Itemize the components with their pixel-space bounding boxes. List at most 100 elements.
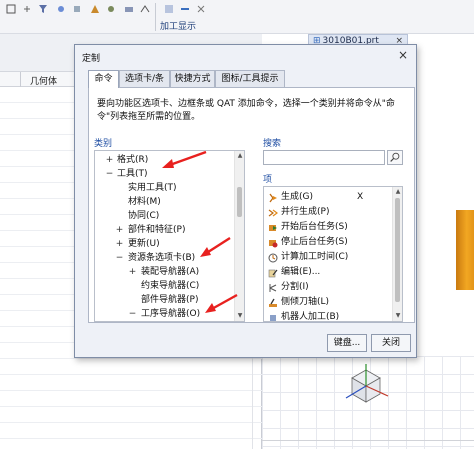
edit-icon	[268, 269, 278, 278]
column-separator[interactable]	[20, 72, 21, 87]
tree-item-part-navigator[interactable]: 部件导航器(P)	[95, 293, 233, 307]
tree-item-label: 工序导航器(O)	[141, 309, 201, 319]
tree-item-parts-features[interactable]: + 部件和特征(P)	[95, 223, 233, 237]
categories-tree[interactable]: + 格式(R) − 工具(T) 实用工具(T) 材料(M) 协同(C) + 部件和特征…	[94, 150, 245, 322]
command-item-parallel-generate[interactable]: 并行生成(P)	[264, 205, 392, 220]
tree-item-materials[interactable]: 材料(M)	[95, 195, 233, 209]
tree-item-collaborate[interactable]: 协同(C)	[95, 209, 233, 223]
close-button[interactable]: 关闭	[371, 334, 411, 352]
tree-item-label: 更新(U)	[128, 239, 160, 249]
tree-item-assembly-navigator[interactable]: + 装配导航器(A)	[95, 265, 233, 279]
grid-line	[0, 406, 262, 407]
tree-item-label: 实用工具(T)	[128, 183, 177, 193]
tree-item-utilities[interactable]: 实用工具(T)	[95, 181, 233, 195]
dialog-titlebar[interactable]: 定制 ×	[75, 45, 416, 67]
dialog-close-icon[interactable]: ×	[395, 47, 411, 63]
grid-line	[0, 358, 262, 359]
scroll-up-icon[interactable]: ▲	[236, 152, 244, 160]
toolbar-icon-6[interactable]	[90, 4, 100, 14]
command-label: 编辑(E)...	[281, 267, 321, 277]
tab-shortcuts[interactable]: 快捷方式	[170, 70, 215, 87]
scroll-thumb[interactable]	[395, 198, 400, 302]
grid-line	[0, 390, 262, 391]
toolbar-icon-1[interactable]	[6, 4, 16, 14]
tree-item-resource-bar-tabs[interactable]: − 资源条选项卡(B)	[95, 251, 233, 265]
categories-scrollbar[interactable]: ▲ ▼	[234, 151, 244, 321]
tree-item-label: 约束导航器(C)	[141, 281, 200, 291]
machining-time-icon	[268, 253, 278, 263]
items-label: 项	[263, 175, 273, 185]
categories-label: 类别	[94, 139, 113, 149]
start-background-task-icon	[269, 225, 277, 231]
command-item-start-background-task[interactable]: 开始后台任务(S)	[264, 220, 392, 235]
command-item-machining-time[interactable]: 计算加工时间(C)	[264, 250, 392, 265]
command-item-robot-machining[interactable]: 机器人加工(B)	[264, 310, 392, 321]
ribbon-group-separator	[155, 3, 156, 31]
display-icon-3[interactable]	[196, 4, 206, 14]
collapse-icon[interactable]: −	[128, 307, 137, 321]
tree-item-label: 部件和特征(P)	[128, 225, 186, 235]
tree-item-label: 格式(R)	[117, 155, 149, 165]
tree-item-tools[interactable]: − 工具(T)	[95, 167, 233, 181]
commands-tab-panel: 要向功能区选项卡、边框条或 QAT 添加命令，选择一个类别并将命令从"命令"列表…	[88, 87, 415, 323]
commands-list[interactable]: 生成(G) X 并行生成(P) 开始后台任务(S) 停止后台任务(S) 计算加工…	[263, 186, 403, 322]
command-item-edit[interactable]: 编辑(E)...	[264, 265, 392, 280]
robot-machining-icon	[270, 315, 276, 321]
scroll-down-icon[interactable]: ▼	[394, 312, 402, 320]
tab-tabs-bars[interactable]: 选项卡/条	[119, 70, 170, 87]
tree-item-label: 部件导航器(P)	[141, 295, 199, 305]
display-icon-1[interactable]	[164, 4, 174, 14]
tree-item-operation-navigator[interactable]: − 工序导航器(O)	[95, 307, 233, 321]
command-label: 计算加工时间(C)	[281, 252, 349, 262]
expand-icon[interactable]: +	[115, 237, 124, 251]
collapse-icon[interactable]: −	[105, 167, 114, 181]
toolbar-icon-5[interactable]	[72, 4, 82, 14]
customize-dialog: 定制 × 命令 选项卡/条 快捷方式 图标/工具提示 要向功能区选项卡、边框条或…	[74, 44, 417, 358]
commands-scrollbar[interactable]: ▲ ▼	[392, 187, 402, 321]
toolbar-icon-8[interactable]	[124, 4, 134, 14]
keyboard-button[interactable]: 键盘...	[327, 334, 367, 352]
display-icon-2[interactable]	[180, 4, 190, 14]
grid-line	[0, 438, 262, 439]
tree-item-format[interactable]: + 格式(R)	[95, 153, 233, 167]
command-label: 并行生成(P)	[281, 207, 330, 217]
command-label: 侧倾刀轴(L)	[281, 297, 330, 307]
tab-icons-tooltips[interactable]: 图标/工具提示	[215, 70, 285, 87]
split-icon	[269, 284, 277, 292]
scroll-up-icon[interactable]: ▲	[394, 188, 402, 196]
collapse-icon[interactable]: −	[115, 251, 124, 265]
tab-commands[interactable]: 命令	[88, 70, 119, 88]
toolbar-icon-7[interactable]	[106, 4, 116, 14]
tree-item-label: 工具(T)	[117, 169, 148, 179]
tree-item-label: 资源条选项卡(B)	[128, 253, 196, 263]
command-item-split[interactable]: 分割(I)	[264, 280, 392, 295]
command-item-tilt-tool-axis[interactable]: 侧倾刀轴(L)	[264, 295, 392, 310]
toolbar-icon-9[interactable]	[140, 4, 150, 14]
tree-item-label: 装配导航器(A)	[141, 267, 200, 277]
tree-item-update[interactable]: + 更新(U)	[95, 237, 233, 251]
expand-icon[interactable]: +	[128, 265, 137, 279]
column-header-geometry[interactable]: 几何体	[30, 74, 57, 87]
filter-icon[interactable]	[38, 4, 48, 14]
search-input[interactable]	[263, 150, 385, 165]
scroll-down-icon[interactable]: ▼	[236, 312, 244, 320]
search-icon[interactable]	[387, 150, 403, 165]
tree-item-constraint-navigator[interactable]: 约束导航器(C)	[95, 279, 233, 293]
grid-line	[0, 374, 262, 375]
part-geometry[interactable]	[456, 210, 474, 290]
instructions-text: 要向功能区选项卡、边框条或 QAT 添加命令，选择一个类别并将命令从"命令"列表…	[97, 99, 395, 122]
toolbar-icon-2[interactable]	[22, 4, 32, 14]
tree-item-label: 协同(C)	[128, 211, 160, 221]
main-toolbar: 加工显示	[0, 0, 474, 34]
expand-icon[interactable]: +	[105, 153, 114, 167]
ribbon-group-label: 加工显示	[160, 22, 197, 32]
grid-line	[0, 422, 262, 423]
command-item-stop-background-task[interactable]: 停止后台任务(S)	[264, 235, 392, 250]
scroll-thumb[interactable]	[237, 187, 242, 217]
toolbar-icon-4[interactable]	[56, 4, 66, 14]
expand-icon[interactable]: +	[115, 223, 124, 237]
command-label: 开始后台任务(S)	[281, 222, 348, 232]
generate-icon	[269, 193, 277, 203]
command-item-generate[interactable]: 生成(G) X	[264, 190, 392, 205]
command-label: 分割(I)	[281, 282, 309, 292]
